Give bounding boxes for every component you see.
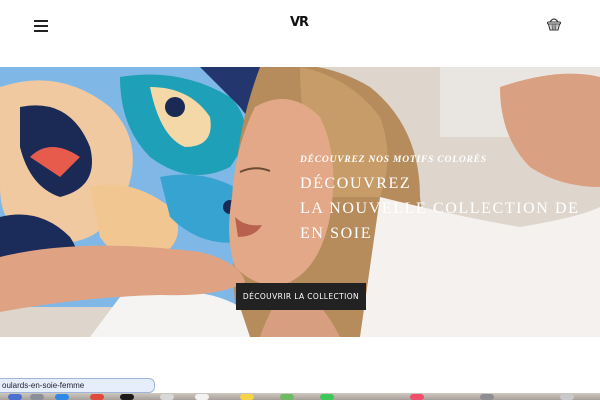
hero-text-block: Découvrez nos motifs colorés Découvrez l… [300,155,580,246]
shopping-basket-icon[interactable] [545,15,563,33]
menu-line [34,25,48,27]
hero-title: Découvrez la nouvelle collection de en s… [300,171,580,246]
trash-icon[interactable] [560,394,574,400]
hero-title-line: en soie [300,225,373,242]
hero-banner: Découvrez nos motifs colorés Découvrez l… [0,67,600,337]
safari-icon[interactable] [55,394,69,400]
hero-title-line: Découvrez [300,175,412,192]
hero-subtitle: Découvrez nos motifs colorés [300,155,487,165]
dock [0,393,600,400]
site-header: VR [0,0,600,66]
hamburger-menu-icon[interactable] [34,20,48,34]
discover-collection-button[interactable]: Découvrir la collection [236,283,366,310]
launchpad-icon[interactable] [30,394,44,400]
music-icon[interactable] [410,394,424,400]
logo-text: VR [290,15,309,30]
brand-logo[interactable]: VR [290,15,309,30]
finder-icon[interactable] [8,394,22,400]
menu-line [34,20,48,22]
mail-icon[interactable] [120,394,134,400]
photos-icon[interactable] [160,394,174,400]
status-url-bubble: oulards-en-soie-femme [0,378,155,393]
calendar-icon[interactable] [195,394,209,400]
notes-icon[interactable] [240,394,254,400]
chrome-icon[interactable] [90,394,104,400]
menu-line [34,30,48,32]
maps-icon[interactable] [280,394,294,400]
hero-title-line: la nouvelle collection de [300,200,580,217]
messages-icon[interactable] [320,394,334,400]
basket-svg [546,18,562,31]
settings-icon[interactable] [480,394,494,400]
